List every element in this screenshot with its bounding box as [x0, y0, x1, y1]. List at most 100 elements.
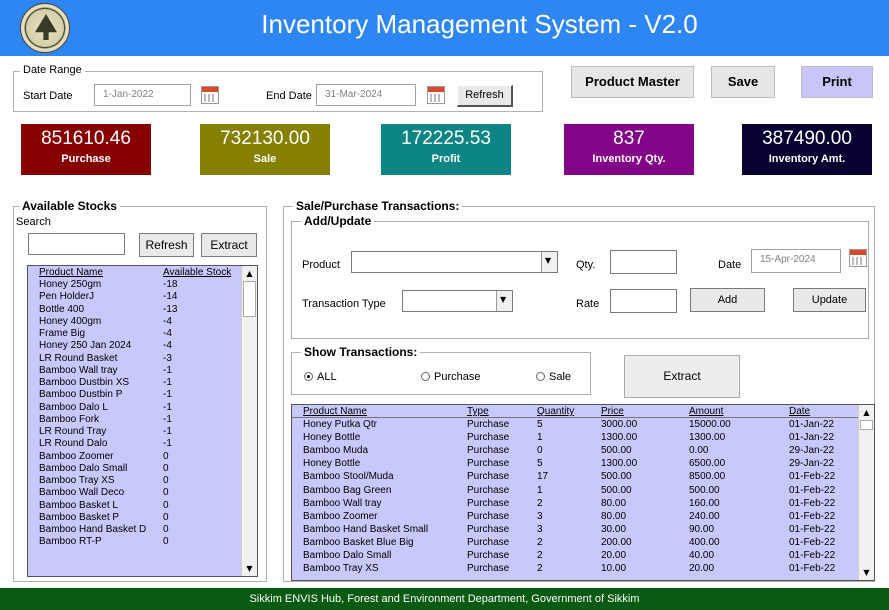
rate-label: Rate — [576, 298, 600, 310]
radio-sale[interactable]: Sale — [536, 371, 571, 383]
list-item[interactable]: Bamboo Basket L 0 — [28, 500, 241, 512]
end-date-field[interactable]: 31-Mar-2024 — [316, 84, 416, 106]
list-item[interactable]: Pen HolderJ -14 — [28, 291, 241, 303]
table-row[interactable]: Bamboo Stool/Muda Purchase 17 500.00 8500.00… — [292, 471, 858, 483]
list-item[interactable]: Bamboo Wall tray -1 — [28, 365, 241, 377]
radio-purchase-icon[interactable] — [421, 372, 430, 381]
title-bar: Inventory Management System - V2.0 — [0, 0, 889, 56]
list-item[interactable]: Bamboo Basket P 0 — [28, 512, 241, 524]
qty-input[interactable] — [610, 250, 677, 274]
stock-available-qty: -1 — [163, 426, 172, 437]
transactions-extract-button[interactable]: Extract — [624, 355, 740, 398]
tx-col-price: Price — [601, 406, 624, 417]
radio-all-selected-icon[interactable] — [304, 372, 313, 381]
footer-bar: Sikkim ENVIS Hub, Forest and Environment… — [0, 588, 889, 610]
table-row[interactable]: Honey Bottle Purchase 5 1300.00 6500.00 29-Ja… — [292, 458, 858, 470]
transaction-type-dropdown[interactable] — [402, 290, 513, 312]
stock-list-scrollbar[interactable]: ▲ ▼ — [241, 266, 257, 576]
search-label: Search — [16, 216, 51, 228]
list-item[interactable]: LR Round Tray -1 — [28, 426, 241, 438]
update-button[interactable]: Update — [793, 288, 866, 312]
scroll-down-arrow-icon[interactable]: ▼ — [859, 565, 874, 580]
list-item[interactable]: Honey 250gm -18 — [28, 279, 241, 291]
end-date-calendar-icon[interactable] — [427, 86, 445, 104]
table-row[interactable]: Bamboo Tray XS Purchase 2 10.00 20.00 01-Feb-… — [292, 563, 858, 575]
app-title: Inventory Management System - V2.0 — [261, 9, 698, 39]
stock-search-input[interactable] — [28, 233, 125, 255]
table-row[interactable]: Bamboo Bag Green Purchase 1 500.00 500.00 01-… — [292, 485, 858, 497]
stock-product-name: Bamboo Zoomer — [39, 450, 114, 462]
scroll-up-arrow-icon[interactable]: ▲ — [242, 266, 257, 281]
list-item[interactable]: Honey 400gm -4 — [28, 316, 241, 328]
available-stocks-list[interactable]: Product Name Available Stock Honey 250gm… — [27, 265, 258, 577]
stock-product-name: Frame Big — [39, 328, 86, 339]
tx-product-name: Bamboo Bag Green — [303, 484, 392, 496]
table-row[interactable]: Bamboo Dalo Small Purchase 2 20.00 40.00 01-F… — [292, 550, 858, 562]
list-item[interactable]: LR Round Dalo -1 — [28, 438, 241, 450]
add-update-group: Add/Update Product Qty. Date 15-Apr-2024… — [291, 214, 869, 339]
transaction-type-label: Transaction Type — [302, 298, 386, 310]
scroll-up-arrow-icon[interactable]: ▲ — [859, 405, 874, 420]
add-button[interactable]: Add — [690, 288, 765, 312]
list-item[interactable]: Bamboo Dustbin XS -1 — [28, 377, 241, 389]
transactions-scrollbar[interactable]: ▲ ▼ — [858, 405, 874, 580]
tx-quantity: 5 — [537, 458, 543, 470]
table-row[interactable]: Bamboo Muda Purchase 0 500.00 0.00 29-Jan-22 — [292, 445, 858, 457]
table-row[interactable]: Bamboo Hand Basket Small Purchase 3 30.00 90… — [292, 524, 858, 536]
product-dropdown[interactable] — [351, 251, 558, 273]
list-item[interactable]: Frame Big -4 — [28, 328, 241, 340]
transactions-table[interactable]: Product Name Type Quantity Price Amount … — [291, 404, 875, 581]
product-master-button[interactable]: Product Master — [571, 66, 694, 98]
product-dropdown-arrow-icon[interactable] — [541, 252, 557, 272]
list-item[interactable]: Bamboo Dustbin P -1 — [28, 389, 241, 401]
list-item[interactable]: Bamboo Dalo L -1 — [28, 402, 241, 414]
tx-type: Purchase — [467, 445, 510, 457]
table-row[interactable]: Bamboo Basket Blue Big Purchase 2 200.00 400… — [292, 537, 858, 549]
sale-value: 732130.00 — [220, 128, 310, 149]
tx-price: 3000.00 — [601, 419, 638, 430]
scroll-down-arrow-icon[interactable]: ▼ — [242, 561, 257, 576]
radio-purchase[interactable]: Purchase — [421, 371, 480, 383]
tx-amount: 160.00 — [689, 497, 720, 509]
radio-sale-icon[interactable] — [536, 372, 545, 381]
transaction-date-calendar-icon[interactable] — [849, 249, 867, 267]
date-refresh-button[interactable]: Refresh — [457, 85, 513, 107]
stock-available-qty: 0 — [163, 487, 169, 499]
transaction-date-field[interactable]: 15-Apr-2024 — [751, 249, 841, 273]
table-row[interactable]: Bamboo Zoomer Purchase 3 80.00 240.00 01-Feb-… — [292, 511, 858, 523]
tx-type: Purchase — [467, 497, 510, 509]
scroll-thumb[interactable] — [243, 281, 256, 317]
list-item[interactable]: Bamboo Zoomer 0 — [28, 451, 241, 463]
end-date-label: End Date — [266, 90, 312, 102]
start-date-field[interactable]: 1-Jan-2022 — [94, 84, 191, 106]
stock-extract-button[interactable]: Extract — [201, 233, 257, 257]
transaction-type-arrow-icon[interactable] — [496, 291, 512, 311]
stock-product-name: Bamboo RT-P — [39, 536, 102, 548]
tx-type: Purchase — [467, 510, 510, 522]
start-date-calendar-icon[interactable] — [201, 86, 219, 104]
list-item[interactable]: LR Round Basket -3 — [28, 353, 241, 365]
tx-price: 200.00 — [601, 536, 632, 548]
list-item[interactable]: Bamboo Dalo Small 0 — [28, 463, 241, 475]
list-item[interactable]: Bamboo Fork -1 — [28, 414, 241, 426]
list-item[interactable]: Bamboo RT-P 0 — [28, 536, 241, 548]
scroll-thumb[interactable] — [860, 420, 873, 430]
rate-input[interactable] — [610, 289, 677, 313]
print-button[interactable]: Print — [801, 66, 873, 98]
list-item[interactable]: Bamboo Tray XS 0 — [28, 475, 241, 487]
radio-all[interactable]: ALL — [304, 371, 337, 383]
table-row[interactable]: Honey Putka Qtr Purchase 5 3000.00 15000.00 0… — [292, 419, 858, 431]
list-item[interactable]: Bamboo Wall Deco 0 — [28, 487, 241, 499]
stock-refresh-button[interactable]: Refresh — [139, 233, 194, 257]
list-item[interactable]: Bamboo Hand Basket D 0 — [28, 524, 241, 536]
list-item[interactable]: Honey 250 Jan 2024 -4 — [28, 340, 241, 352]
available-stocks-group: Available Stocks Search Refresh Extract … — [13, 199, 267, 582]
tx-price: 20.00 — [601, 550, 627, 561]
list-item[interactable]: Bottle 400 -13 — [28, 304, 241, 316]
table-row[interactable]: Honey Bottle Purchase 1 1300.00 1300.00 01-Ja… — [292, 432, 858, 444]
inventory-qty-tile: 837 Inventory Qty. — [564, 124, 694, 175]
save-button[interactable]: Save — [711, 66, 775, 98]
table-row[interactable]: Bamboo Wall tray Purchase 2 80.00 160.00 01-F… — [292, 498, 858, 510]
tx-type: Purchase — [467, 432, 510, 444]
tx-date: 01-Feb-22 — [789, 550, 836, 561]
